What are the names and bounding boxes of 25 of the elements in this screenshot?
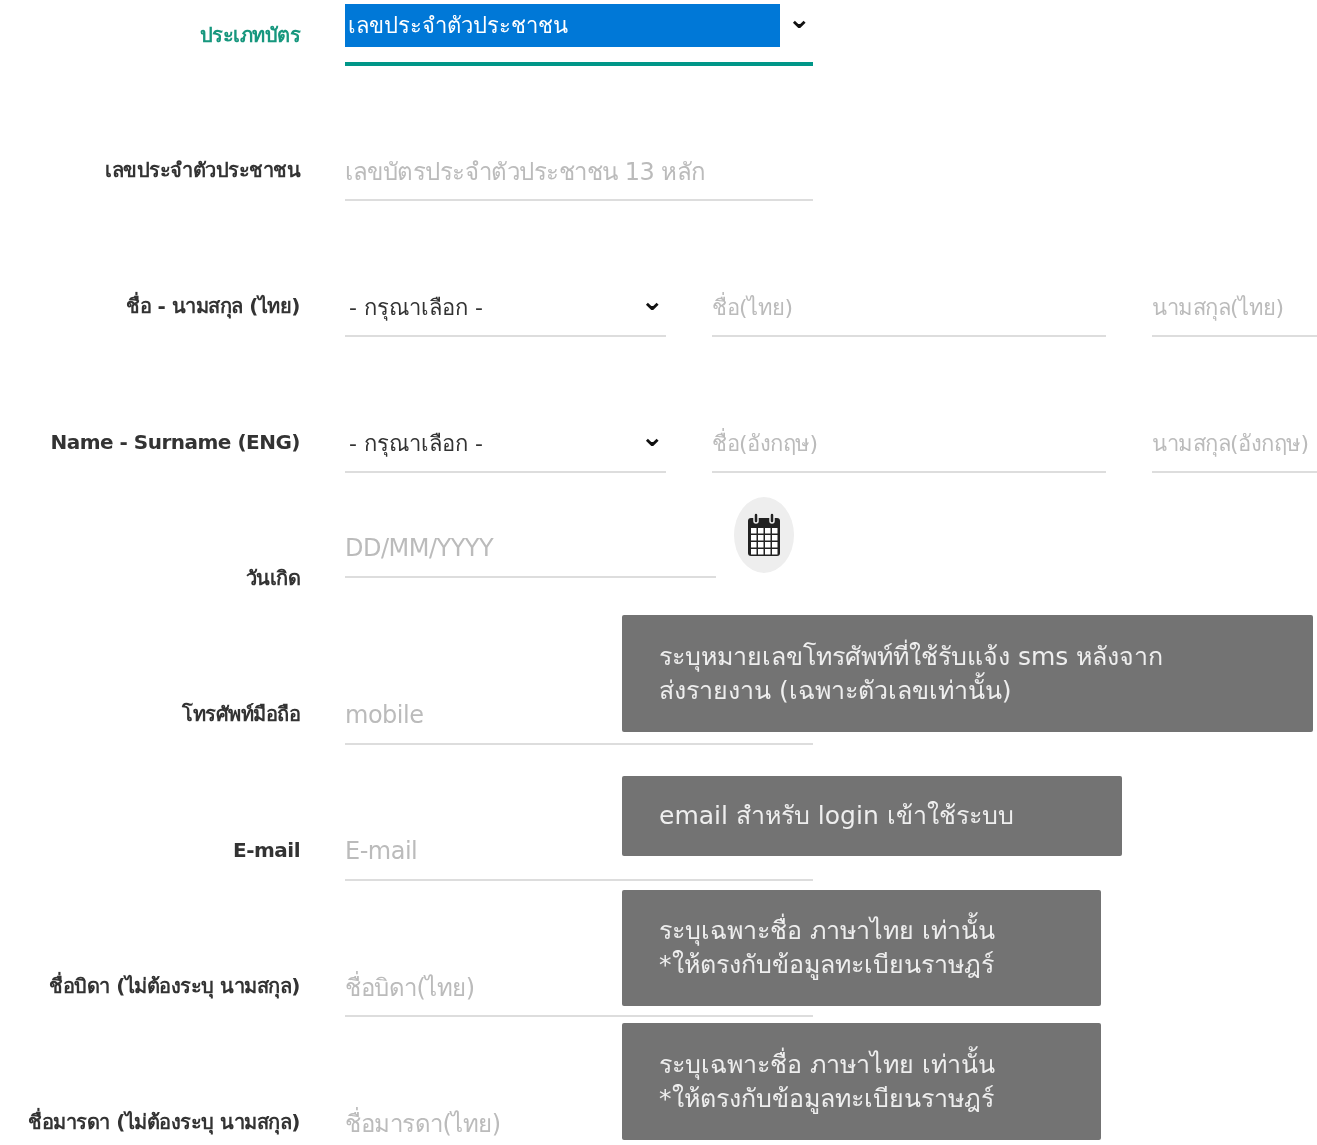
input-field[interactable]: เลขบัตรประจำตัวประชาชน 13 หลัก xyxy=(345,151,813,201)
field-label: ชื่อบิดา (ไม่ต้องระบุ นามสกุล) xyxy=(48,974,300,1001)
date-field[interactable]: DD/MM/YYYY xyxy=(345,528,716,578)
input-field[interactable]: นามสกุล(อังกฤษ) xyxy=(1152,423,1317,473)
field-label: เลขประจำตัวประชาชน xyxy=(104,158,300,184)
caret-icon: ⌄ xyxy=(632,291,666,323)
tooltip: ระบุหมายเลขโทรศัพท์ที่ใช้รับแจ้ง sms หลังจาก ส่งรายงาน (เฉพาะตัวเลขเท่านั้น) xyxy=(622,615,1313,732)
input-field[interactable]: ชื่อ(ไทย) xyxy=(712,287,1106,337)
input-field[interactable]: ชื่อ(อังกฤษ) xyxy=(712,423,1106,473)
field-label: Name - Surname (ENG) xyxy=(49,430,300,456)
caret-icon: ⌄ xyxy=(632,427,666,459)
field-label: ชื่อ - นามสกุล (ไทย) xyxy=(125,294,300,321)
calendar-icon xyxy=(747,512,781,558)
tooltip: email สำหรับ login เข้าใช้ระบบ xyxy=(622,776,1122,856)
select-field[interactable]: - กรุณาเลือก - ⌄ xyxy=(345,423,666,473)
caret-icon: ⌄ xyxy=(779,9,813,41)
tooltip: ระบุเฉพาะชื่อ ภาษาไทย เท่านั้น *ให้ตรงกับข้อมูลทะเบียนราษฎร์ xyxy=(622,890,1101,1006)
field-label: โทรศัพท์มือถือ xyxy=(181,702,300,728)
tooltip: ระบุเฉพาะชื่อ ภาษาไทย เท่านั้น *ให้ตรงกับข้อมูลทะเบียนราษฎร์ xyxy=(622,1023,1101,1140)
input-field[interactable]: นามสกุล(ไทย) xyxy=(1152,287,1317,337)
field-label: ชื่อมารดา (ไม่ต้องระบุ นามสกุล) xyxy=(27,1110,300,1137)
select-field[interactable]: - กรุณาเลือก - ⌄ xyxy=(345,287,666,337)
field-label: วันเกิด xyxy=(244,566,300,592)
field-label: ประเภทบัตร xyxy=(198,23,300,49)
field-label: E-mail xyxy=(232,838,300,864)
